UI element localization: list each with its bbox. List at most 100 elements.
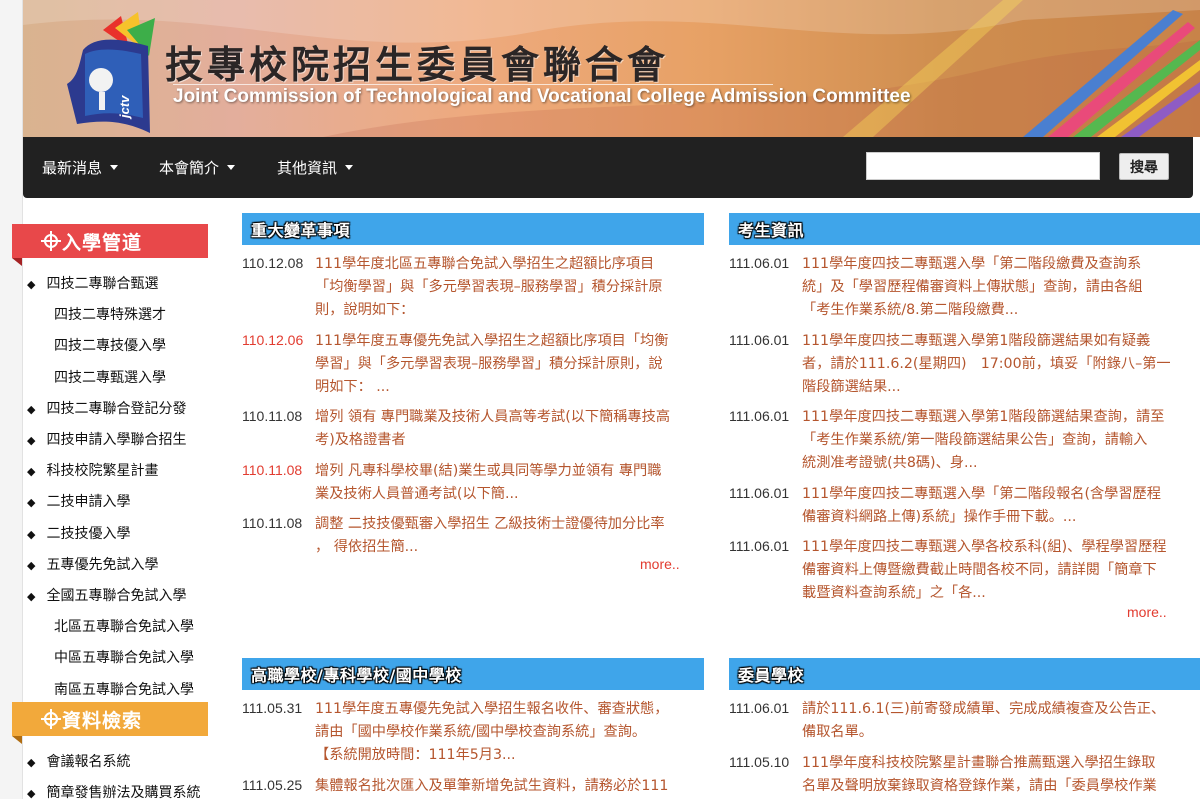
sidebar-link[interactable]: ◆ 全國五專聯合免試入學 [27, 585, 186, 605]
chevron-down-icon [345, 165, 354, 170]
sidebar-section-admission-title: 入學管道 [62, 231, 143, 254]
header-banner: jctv 技專校院招生委員會聯合會 Joint Commission of Te… [23, 0, 1200, 137]
logo-text: jctv [117, 95, 132, 120]
sidebar-link-label: 南區五專聯合免試入學 [54, 681, 194, 698]
search-button[interactable]: 搜尋 [1119, 153, 1169, 180]
news-link-line: 111學年度五專優先免試入學招生報名收件、審查狀態， [315, 701, 669, 717]
news-item: 111.05.31 111學年度五專優先免試入學招生報名收件、審查狀態， 請由「國中… [242, 698, 704, 767]
news-link[interactable]: 111學年度四技二專甄選入學「第二階段繳費及查詢系 統」及「學習歷程備審資料上傳狀… [802, 253, 1143, 322]
news-link-line: 「均衡學習」與「多元學習表現–服務學習」積分採計原 [315, 279, 663, 295]
news-date: 110.12.08 [242, 255, 304, 271]
news-date: 111.05.31 [242, 700, 303, 716]
nav-latest-news[interactable]: 最新消息 [42, 137, 119, 198]
news-link[interactable]: 111學年度五專優先免試入學招生之超額比序項目「均衡 學習」與「多元學習表現–服務… [315, 330, 668, 399]
sidebar-link[interactable]: 四技二專甄選入學 [54, 367, 166, 387]
panel-examinee-info: 考生資訊 111.06.01 111學年度四技二專甄選入學「第二階段繳費及查詢系統… [729, 213, 1200, 633]
sidebar-link-label: 四技申請入學聯合招生 [46, 432, 187, 448]
sidebar-link[interactable]: ◆ 簡章發售辦法及購買系統 [27, 782, 200, 799]
news-item: 110.12.06 111學年度五專優先免試入學招生之超額比序項目「均衡 學習」與「… [242, 330, 704, 399]
news-link-line: 111學年度四技二專甄選入學「第二階段報名(含學習歷程 [802, 485, 1161, 502]
news-link[interactable]: 111學年度五專優先免試入學招生報名收件、審查狀態， 請由「國中學校作業系統/國中… [315, 698, 668, 767]
sidebar-link-label: 北區五專聯合免試入學 [54, 619, 194, 636]
news-date: 110.11.08 [242, 408, 303, 424]
news-link-line: 階段篩選結果... [802, 378, 901, 395]
news-link[interactable]: 111學年度四技二專甄選入學第1階段篩選結果查詢，請至 「考生作業系統/第一階段篩… [802, 406, 1164, 475]
news-link[interactable]: 增列 領有 專門職業及技術人員高等考試(以下簡稱專技高 考)及格證書者 [315, 406, 670, 452]
news-date: 111.06.01 [729, 700, 790, 716]
main-navbar: 最新消息 本會簡介 其他資訊 搜尋 [23, 137, 1193, 198]
news-item: 111.06.01 111學年度四技二專甄選入學「第二階段報名(含學習歷程 備審資料… [729, 483, 1200, 529]
diamond-bullet-icon: ◆ [27, 496, 36, 510]
news-link[interactable]: 111學年度四技二專甄選入學各校系科(組)、學程學習歷程 備審資料上傳暨繳費截止時… [802, 536, 1166, 605]
sidebar-link[interactable]: 四技二專技優入學 [54, 335, 166, 355]
news-item: 111.05.10 111學年度科技校院繁星計畫聯合推薦甄選入學招生錄取 名單及聲明… [729, 752, 1200, 798]
title-divider [173, 84, 773, 85]
news-link[interactable]: 111學年度北區五專聯合免試入學招生之超額比序項目 「均衡學習」與「多元學習表現–… [315, 253, 663, 322]
news-item: 111.06.01 111學年度四技二專甄選入學「第二階段繳費及查詢系 統」及「學習… [729, 253, 1200, 322]
more-link[interactable]: more.. [1127, 604, 1167, 620]
sidebar-link[interactable]: ◆ 五專優先免試入學 [27, 554, 158, 574]
news-item: 110.11.08 增列 凡專科學校畢(結)業生或具同等學力並領有 專門職 業及技術… [242, 460, 704, 506]
nav-about-label: 本會簡介 [159, 159, 220, 177]
sidebar-link[interactable]: ◆ 四技二專聯合登記分發 [27, 398, 186, 418]
news-date: 111.05.25 [242, 776, 303, 793]
news-link-line: 備審資料網路上傳)系統」操作手冊下載。... [802, 508, 1077, 525]
sidebar-link[interactable]: ◆ 四技二專聯合甄選 [27, 273, 158, 293]
news-link-line: 請由「國中學校作業系統/國中學校查詢系統」查詢。 [315, 724, 647, 740]
sidebar-link[interactable]: ◆ 四技申請入學聯合招生 [27, 429, 186, 449]
left-gutter [0, 0, 23, 799]
sidebar-link[interactable]: ◆ 二技技優入學 [27, 523, 130, 543]
sidebar-link[interactable]: 四技二專特殊選才 [54, 304, 166, 324]
news-link-line: 則，說明如下： [315, 302, 415, 318]
news-link[interactable]: 增列 凡專科學校畢(結)業生或具同等學力並領有 專門職 業及技術人員普通考試(以下… [315, 460, 661, 506]
sidebar-link[interactable]: ◆ 會議報名系統 [27, 751, 130, 771]
news-link[interactable]: 111學年度科技校院繁星計畫聯合推薦甄選入學招生錄取 名單及聲明放棄錄取資格登錄作… [802, 752, 1157, 798]
sidebar-link-label: 會議報名系統 [46, 754, 131, 770]
diamond-bullet-icon: ◆ [27, 434, 36, 447]
news-link[interactable]: 111學年度四技二專甄選入學第1階段篩選結果如有疑義者，請於111.6.2(星期… [802, 330, 1171, 399]
news-link-line: 111學年度四技二專甄選入學各校系科(組)、學程學習歷程 [802, 539, 1167, 555]
ribbon-tail [12, 258, 22, 266]
news-link-line: 考)及格證書者 [315, 432, 406, 448]
diamond-bullet-icon: ◆ [27, 558, 36, 572]
panel-title: 高職學校/專科學校/國中學校 [251, 666, 462, 685]
news-link-line: ， 得依招生簡... [315, 539, 419, 555]
sidebar-link-label: 四技二專聯合登記分發 [46, 400, 187, 417]
chevron-down-icon [110, 165, 119, 170]
news-link-line: 111學年度四技二專甄選入學「第二階段繳費及查詢系 [802, 256, 1142, 272]
jctv-logo: jctv [67, 12, 155, 133]
news-link[interactable]: 請於111.6.1(三)前寄發成績單、完成成績複查及公告正、 備取名單。 [802, 698, 1165, 744]
nav-about[interactable]: 本會簡介 [159, 137, 236, 198]
news-link-line: 【系統開放時間：111年5月3... [315, 747, 516, 763]
panel-major-reforms: 重大變革事項 110.12.08 111學年度北區五專聯合免試入學招生之超額比序項… [242, 213, 704, 593]
sidebar-link[interactable]: 中區五專聯合免試入學 [54, 647, 194, 667]
news-link-line: 名單及聲明放棄錄取資格登錄作業，請由「委員學校作業 [802, 777, 1157, 794]
news-link-line: 增列 凡專科學校畢(結)業生或具同等學力並領有 專門職 [315, 462, 662, 479]
diamond-bullet-icon: ◆ [27, 402, 36, 416]
sidebar-link[interactable]: 南區五專聯合免試入學 [54, 679, 194, 699]
search-input[interactable] [866, 152, 1100, 180]
news-link-line: 者，請於111.6.2(星期四) 17:00前，填妥「附錄八–第一 [802, 355, 1171, 372]
news-item: 111.06.01 請於111.6.1(三)前寄發成績單、完成成績複查及公告正、備… [729, 698, 1200, 744]
news-date: 111.05.10 [729, 753, 790, 770]
ribbon-tail [12, 736, 22, 744]
sidebar-link[interactable]: 北區五專聯合免試入學 [54, 616, 194, 636]
sidebar-link-label: 四技二專甄選入學 [54, 369, 166, 386]
news-link-line: 統」及「學習歷程備審資料上傳狀態」查詢，請由各組 [802, 279, 1143, 295]
news-link[interactable]: 111學年度四技二專甄選入學「第二階段報名(含學習歷程 備審資料網路上傳)系統」操… [802, 483, 1161, 529]
more-link[interactable]: more.. [640, 556, 680, 572]
news-link[interactable]: 集體報名批次匯入及單筆新增免試生資料，請務必於111 [315, 775, 668, 798]
news-date: 110.11.08 [242, 515, 303, 531]
news-link-line: 統測准考證號(共8碼)、身... [802, 455, 978, 471]
news-link[interactable]: 調整 二技技優甄審入學招生 乙級技術士證優待加分比率 ， 得依招生簡... [315, 513, 665, 559]
sidebar-link[interactable]: ◆ 二技申請入學 [27, 491, 130, 511]
news-link-line: 111學年度四技二專甄選入學第1階段篩選結果如有疑義 [802, 332, 1151, 349]
site-subtitle: Joint Commission of Technological and Vo… [173, 86, 911, 107]
diamond-bullet-icon: ◆ [27, 756, 36, 769]
news-item: 110.11.08 調整 二技技優甄審入學招生 乙級技術士證優待加分比率 ， 得依招… [242, 513, 704, 559]
diamond-bullet-icon: ◆ [27, 465, 36, 479]
news-item: 111.05.25 集體報名批次匯入及單筆新增免試生資料，請務必於111 [242, 775, 704, 798]
sidebar-link[interactable]: ◆ 科技校院繁星計畫 [27, 460, 158, 480]
nav-other-info[interactable]: 其他資訊 [277, 137, 354, 198]
news-item: 111.06.01 111學年度四技二專甄選入學第1階段篩選結果查詢，請至 「考生作… [729, 406, 1200, 475]
